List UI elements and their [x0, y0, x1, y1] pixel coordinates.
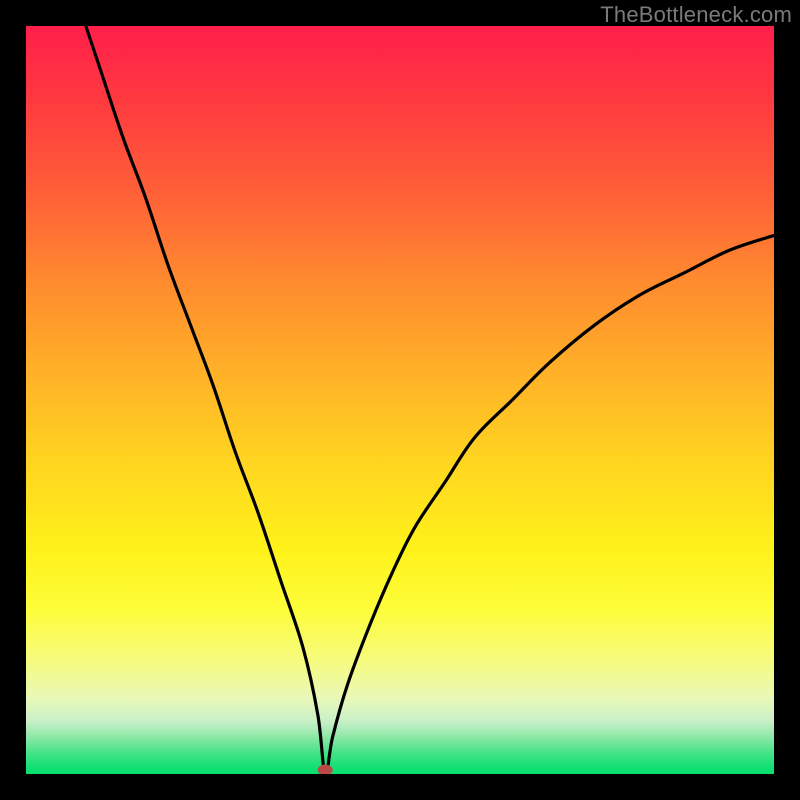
optimum-marker-icon [318, 765, 333, 775]
chart-frame: TheBottleneck.com [0, 0, 800, 800]
chart-svg [26, 26, 774, 774]
plot-area [26, 26, 774, 774]
watermark-text: TheBottleneck.com [600, 2, 792, 28]
bottleneck-curve [86, 26, 774, 774]
